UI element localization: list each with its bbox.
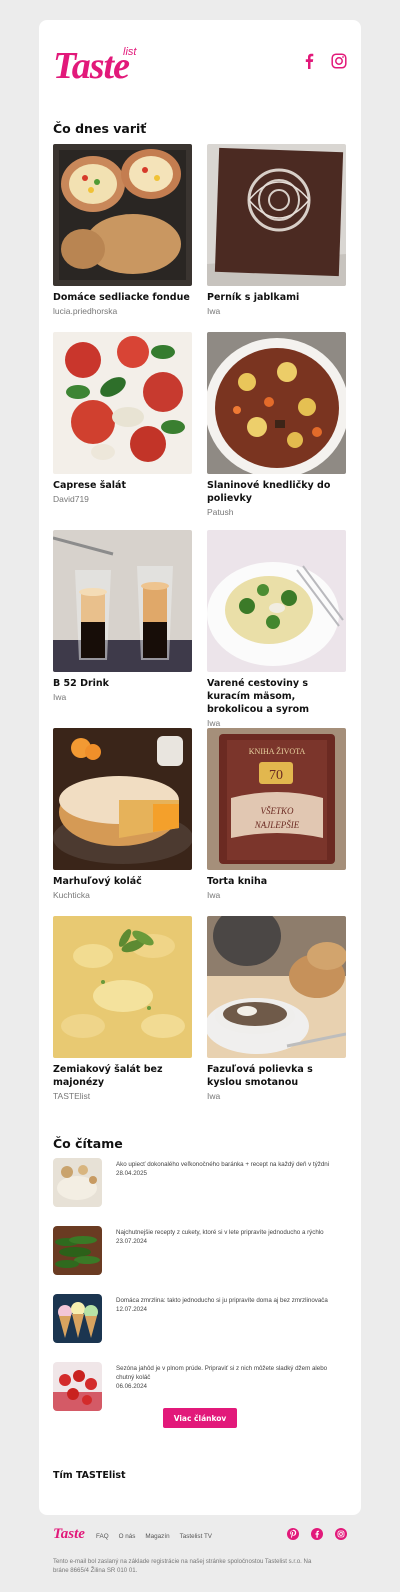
- recipe-image[interactable]: KNIHA ŽIVOTA 70 VŠETKO NAJLEPŠIE: [207, 728, 346, 870]
- article-title[interactable]: Sezóna jahôd je v plnom prúde. Pripraviť…: [116, 1365, 327, 1381]
- footer-logo-text: Taste: [53, 1526, 85, 1542]
- recipe-card[interactable]: Fazuľová polievka s kyslou smotanou Iwa: [207, 916, 346, 1101]
- recipe-author: Iwa: [207, 306, 221, 316]
- article-date: 28.04.2025: [116, 1170, 147, 1177]
- recipe-author: David719: [53, 494, 89, 504]
- recipe-card[interactable]: Domáce sedliacke fondue lucia.priedhorsk…: [53, 144, 192, 316]
- svg-text:VŠETKO: VŠETKO: [260, 806, 294, 816]
- footer-link-magazine[interactable]: Magazín: [145, 1533, 169, 1540]
- svg-text:NAJLEPŠIE: NAJLEPŠIE: [254, 820, 300, 830]
- recipe-title[interactable]: Zemiakový šalát bez majonézy: [53, 1063, 192, 1089]
- article-thumbnail[interactable]: [53, 1226, 102, 1275]
- recipe-title[interactable]: Perník s jablkami: [207, 291, 346, 304]
- recipe-image[interactable]: [53, 332, 192, 474]
- section-title-recipes: Čo dnes variť: [53, 121, 147, 136]
- recipe-title[interactable]: Slaninové knedličky do polievky: [207, 479, 346, 505]
- recipe-author: lucia.priedhorska: [53, 306, 118, 316]
- recipe-author: TASTElist: [53, 1091, 91, 1101]
- article-item[interactable]: Domáca zmrzlina: takto jednoducho si ju …: [53, 1294, 347, 1344]
- tastelist-logo[interactable]: Taste list: [53, 46, 149, 86]
- recipe-title[interactable]: Caprese šalát: [53, 479, 192, 492]
- article-date: 12.07.2024: [116, 1306, 147, 1313]
- recipe-image[interactable]: [207, 916, 346, 1058]
- article-text: Najchutnejšie recepty z cukety, ktoré si…: [116, 1228, 341, 1246]
- footer-link-about[interactable]: O nás: [119, 1533, 136, 1540]
- recipe-author: Iwa: [207, 890, 221, 900]
- facebook-icon[interactable]: [301, 53, 317, 69]
- article-date: 06.06.2024: [116, 1383, 147, 1390]
- recipe-author: Iwa: [207, 718, 221, 728]
- recipe-image[interactable]: [53, 530, 192, 672]
- logo-suffix: list: [123, 46, 137, 58]
- logo-text: Taste: [53, 45, 130, 87]
- pinterest-icon[interactable]: [287, 1528, 299, 1540]
- recipe-card[interactable]: Varené cestoviny s kuracím mäsom, brokol…: [207, 530, 346, 728]
- recipe-author: Iwa: [53, 692, 67, 702]
- article-thumbnail[interactable]: [53, 1362, 102, 1411]
- more-articles-button[interactable]: Viac článkov: [163, 1408, 237, 1428]
- recipe-title[interactable]: Varené cestoviny s kuracím mäsom, brokol…: [207, 677, 346, 716]
- recipe-title[interactable]: B 52 Drink: [53, 677, 192, 690]
- recipe-author: Patush: [207, 507, 234, 517]
- recipe-card[interactable]: Caprese šalát David719: [53, 332, 192, 504]
- article-item[interactable]: Ako upiecť dokonalého veľkonočného barán…: [53, 1158, 347, 1208]
- recipe-image[interactable]: [207, 144, 346, 286]
- article-title[interactable]: Ako upiecť dokonalého veľkonočného barán…: [116, 1161, 329, 1168]
- recipe-image[interactable]: [53, 916, 192, 1058]
- article-thumbnail[interactable]: [53, 1158, 102, 1207]
- section-title-articles: Čo čítame: [53, 1136, 123, 1151]
- instagram-icon[interactable]: [335, 1528, 347, 1540]
- recipe-image[interactable]: [207, 332, 346, 474]
- social-links-top: [301, 53, 347, 69]
- signoff-text: Tím TASTElist: [53, 1470, 126, 1481]
- instagram-icon[interactable]: [331, 53, 347, 69]
- article-text: Sezóna jahôd je v plnom prúde. Pripraviť…: [116, 1364, 341, 1391]
- recipe-title[interactable]: Marhuľový koláč: [53, 875, 192, 888]
- recipe-card[interactable]: Zemiakový šalát bez majonézy TASTElist: [53, 916, 192, 1101]
- article-text: Ako upiecť dokonalého veľkonočného barán…: [116, 1160, 341, 1178]
- recipe-author: Kuchticka: [53, 890, 90, 900]
- article-title[interactable]: Najchutnejšie recepty z cukety, ktoré si…: [116, 1229, 324, 1236]
- article-item[interactable]: Najchutnejšie recepty z cukety, ktoré si…: [53, 1226, 347, 1276]
- svg-text:KNIHA ŽIVOTA: KNIHA ŽIVOTA: [249, 746, 306, 756]
- footer-nav: FAQ O nás Magazín Tastelist TV: [96, 1533, 212, 1540]
- article-title[interactable]: Domáca zmrzlina: takto jednoducho si ju …: [116, 1297, 328, 1304]
- recipe-title[interactable]: Fazuľová polievka s kyslou smotanou: [207, 1063, 346, 1089]
- recipe-image[interactable]: [53, 144, 192, 286]
- recipe-image[interactable]: [53, 728, 192, 870]
- article-date: 23.07.2024: [116, 1238, 147, 1245]
- recipe-title[interactable]: Torta kniha: [207, 875, 346, 888]
- footer-link-tv[interactable]: Tastelist TV: [180, 1533, 212, 1540]
- recipe-card[interactable]: Slaninové knedličky do polievky Patush: [207, 332, 346, 517]
- recipe-card[interactable]: Perník s jablkami Iwa: [207, 144, 346, 316]
- recipe-author: Iwa: [207, 1091, 221, 1101]
- recipe-card[interactable]: KNIHA ŽIVOTA 70 VŠETKO NAJLEPŠIE Torta knih…: [207, 728, 346, 900]
- facebook-icon[interactable]: [311, 1528, 323, 1540]
- recipe-image[interactable]: [207, 530, 346, 672]
- recipe-card[interactable]: B 52 Drink Iwa: [53, 530, 192, 702]
- footer-logo[interactable]: Taste: [53, 1525, 87, 1542]
- recipe-card[interactable]: Marhuľový koláč Kuchticka: [53, 728, 192, 900]
- article-item[interactable]: Sezóna jahôd je v plnom prúde. Pripraviť…: [53, 1362, 347, 1412]
- footer-social-links: [287, 1528, 347, 1540]
- svg-text:70: 70: [269, 768, 283, 783]
- article-thumbnail[interactable]: [53, 1294, 102, 1343]
- footer-link-faq[interactable]: FAQ: [96, 1533, 109, 1540]
- footer-disclaimer: Tento e-mail bol zaslaný na základe regi…: [53, 1558, 312, 1574]
- article-text: Domáca zmrzlina: takto jednoducho si ju …: [116, 1296, 341, 1314]
- recipe-title[interactable]: Domáce sedliacke fondue: [53, 291, 192, 304]
